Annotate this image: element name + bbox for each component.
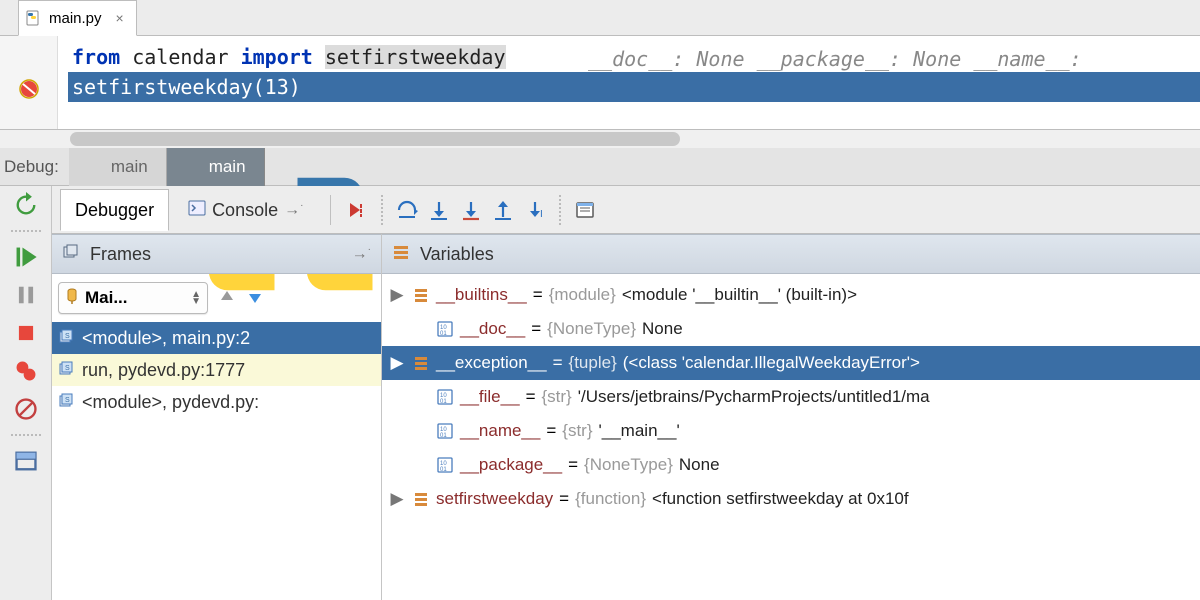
variable-type-icon [436, 422, 454, 440]
frames-icon [62, 243, 80, 266]
separator [330, 195, 331, 225]
hide-icon[interactable]: →· [352, 244, 371, 263]
step-into-button[interactable] [425, 196, 453, 224]
frame-item[interactable]: run, pydevd.py:1777 [52, 354, 381, 386]
previous-frame-button[interactable] [218, 288, 236, 309]
scrollbar-thumb[interactable] [70, 132, 680, 146]
stack-frame-icon [58, 328, 74, 349]
run-config-tab-1[interactable]: main [166, 148, 265, 186]
console-icon [188, 199, 206, 222]
step-over-button[interactable] [393, 196, 421, 224]
variables-panel: Variables ▶__builtins__ = {module} <modu… [382, 234, 1200, 600]
variable-row[interactable]: ▶__builtins__ = {module} <module '__buil… [382, 278, 1200, 312]
run-to-cursor-button[interactable] [521, 196, 549, 224]
editor-tab-label: main.py [49, 10, 102, 27]
stack-frame-icon [58, 360, 74, 381]
frames-toolbar: Mai... ▲▼ [52, 274, 381, 322]
variable-type-icon [412, 354, 430, 372]
pin-icon: →· [284, 200, 303, 219]
step-out-button[interactable] [489, 196, 517, 224]
variables-icon [392, 243, 410, 266]
frame-item[interactable]: <module>, main.py:2 [52, 322, 381, 354]
variable-type-icon [436, 388, 454, 406]
layout-settings-button[interactable] [13, 448, 39, 474]
run-config-tab-0[interactable]: main [69, 148, 166, 186]
editor-tabs-row: main.py × [0, 0, 1200, 36]
python-icon [185, 159, 201, 175]
python-file-icon [25, 10, 41, 26]
evaluate-expression-button[interactable] [571, 196, 599, 224]
show-execution-point-button[interactable] [343, 196, 371, 224]
separator [559, 195, 561, 225]
expand-chevron-icon[interactable]: ▶ [388, 489, 406, 509]
chevron-up-down-icon: ▲▼ [191, 291, 201, 305]
editor-area: from calendar import setfirstweekday __d… [0, 36, 1200, 130]
python-icon [87, 159, 103, 175]
tab-console[interactable]: Console →· [173, 189, 318, 231]
debug-toolwindow-header: Debug: main main [0, 148, 1200, 186]
debug-panels: Debugger Console →· Frames [52, 186, 1200, 600]
frames-header: Frames →· [52, 234, 381, 274]
debug-action-strip [0, 186, 52, 600]
variable-type-icon [436, 456, 454, 474]
thread-icon [65, 287, 79, 310]
variable-row[interactable]: ▶setfirstweekday = {function} <function … [382, 482, 1200, 516]
frames-and-variables: Frames →· Mai... ▲▼ <module>, main.py:2r… [52, 234, 1200, 600]
variables-header: Variables [382, 234, 1200, 274]
editor-horizontal-scrollbar[interactable] [0, 130, 1200, 148]
code-view[interactable]: from calendar import setfirstweekday __d… [58, 36, 1200, 129]
frame-item[interactable]: <module>, pydevd.py: [52, 386, 381, 418]
step-into-my-code-button[interactable] [457, 196, 485, 224]
debug-body: Debugger Console →· Frames [0, 186, 1200, 600]
variable-row[interactable]: __package__ = {NoneType} None [382, 448, 1200, 482]
code-line-2-current[interactable]: setfirstweekday(13) [68, 72, 1200, 102]
separator [381, 195, 383, 225]
frames-list: <module>, main.py:2run, pydevd.py:1777<m… [52, 322, 381, 600]
variable-type-icon [436, 320, 454, 338]
variable-row[interactable]: __doc__ = {NoneType} None [382, 312, 1200, 346]
exception-breakpoint-icon[interactable] [16, 76, 42, 102]
variable-type-icon [412, 490, 430, 508]
variable-row[interactable]: __file__ = {str} '/Users/jetbrains/Pycha… [382, 380, 1200, 414]
thread-selector[interactable]: Mai... ▲▼ [58, 282, 208, 314]
stack-frame-icon [58, 392, 74, 413]
variable-type-icon [412, 286, 430, 304]
expand-chevron-icon[interactable]: ▶ [388, 353, 406, 373]
inline-variables-hint: __doc__: None __package__: None __name__… [588, 44, 1082, 74]
variables-list: ▶__builtins__ = {module} <module '__buil… [382, 274, 1200, 600]
variable-row[interactable]: __name__ = {str} '__main__' [382, 414, 1200, 448]
expand-chevron-icon[interactable]: ▶ [388, 285, 406, 305]
variable-row[interactable]: ▶__exception__ = {tuple} (<class 'calend… [382, 346, 1200, 380]
debug-tool-tabs: Debugger Console →· [52, 186, 1200, 234]
close-icon[interactable]: × [116, 10, 124, 26]
editor-tab-main[interactable]: main.py × [18, 0, 137, 36]
tab-debugger[interactable]: Debugger [60, 189, 169, 231]
frames-panel: Frames →· Mai... ▲▼ <module>, main.py:2r… [52, 234, 382, 600]
editor-gutter [0, 36, 58, 129]
next-frame-button[interactable] [246, 288, 264, 309]
